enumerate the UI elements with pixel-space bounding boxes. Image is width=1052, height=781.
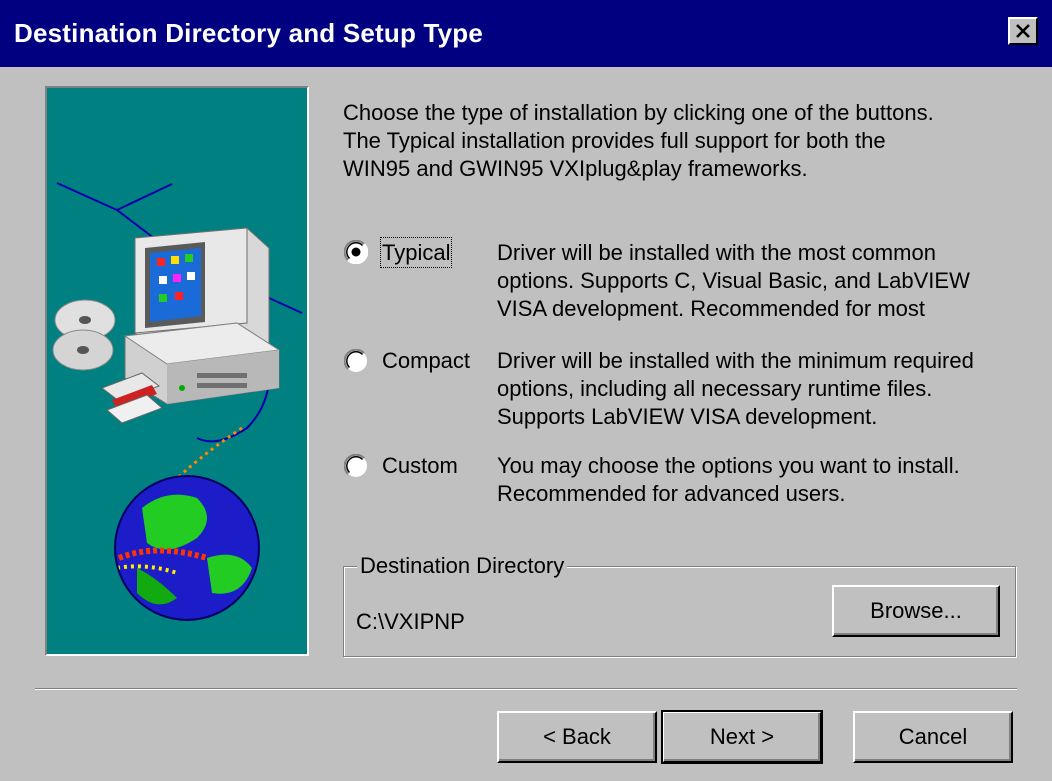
typical-desc-3: VISA development. Recommended for most xyxy=(497,296,925,321)
browse-button-label: Browse... xyxy=(870,598,962,623)
computer-globe-illustration xyxy=(52,182,303,621)
cancel-button[interactable]: Cancel xyxy=(853,711,1013,763)
intro-line-2: The Typical installation provides full s… xyxy=(343,128,886,153)
browse-button[interactable]: Browse... xyxy=(832,585,1000,637)
radio-typical[interactable] xyxy=(344,240,368,264)
compact-desc-1: Driver will be installed with the minimu… xyxy=(497,348,974,373)
title-bar[interactable]: Destination Directory and Setup Type xyxy=(0,0,1052,67)
next-button-label: Next > xyxy=(709,724,775,749)
back-button-label: < Back xyxy=(543,724,611,749)
intro-line-1: Choose the type of installation by click… xyxy=(343,100,934,125)
custom-label[interactable]: Custom xyxy=(382,452,458,479)
typical-desc-2: options. Supports C, Visual Basic, and L… xyxy=(497,268,970,293)
setup-dialog: Destination Directory and Setup Type Cho… xyxy=(0,0,1052,781)
destination-path: C:\VXIPNP xyxy=(356,609,465,634)
compact-desc-2: options, including all necessary runtime… xyxy=(497,376,933,401)
setup-illustration xyxy=(45,86,309,656)
intro-line-3: WIN95 and GWIN95 VXIplug&play frameworks… xyxy=(343,156,808,181)
typical-desc-1: Driver will be installed with the most c… xyxy=(497,240,936,265)
radio-compact[interactable] xyxy=(344,349,368,373)
cancel-button-label: Cancel xyxy=(898,724,968,749)
typical-label[interactable]: Typical xyxy=(379,237,453,268)
radio-custom[interactable] xyxy=(344,454,368,478)
back-button[interactable]: < Back xyxy=(497,711,657,763)
compact-label[interactable]: Compact xyxy=(382,347,470,374)
custom-desc-1: You may choose the options you want to i… xyxy=(497,453,960,478)
compact-desc-3: Supports LabVIEW VISA development. xyxy=(497,404,878,429)
close-button[interactable] xyxy=(1008,17,1038,45)
destination-group-label: Destination Directory xyxy=(357,552,568,579)
window-title: Destination Directory and Setup Type xyxy=(14,18,484,48)
custom-desc-2: Recommended for advanced users. xyxy=(497,481,846,506)
next-button[interactable]: Next > xyxy=(661,710,823,764)
separator-line xyxy=(35,688,1017,690)
close-icon xyxy=(1016,24,1030,38)
